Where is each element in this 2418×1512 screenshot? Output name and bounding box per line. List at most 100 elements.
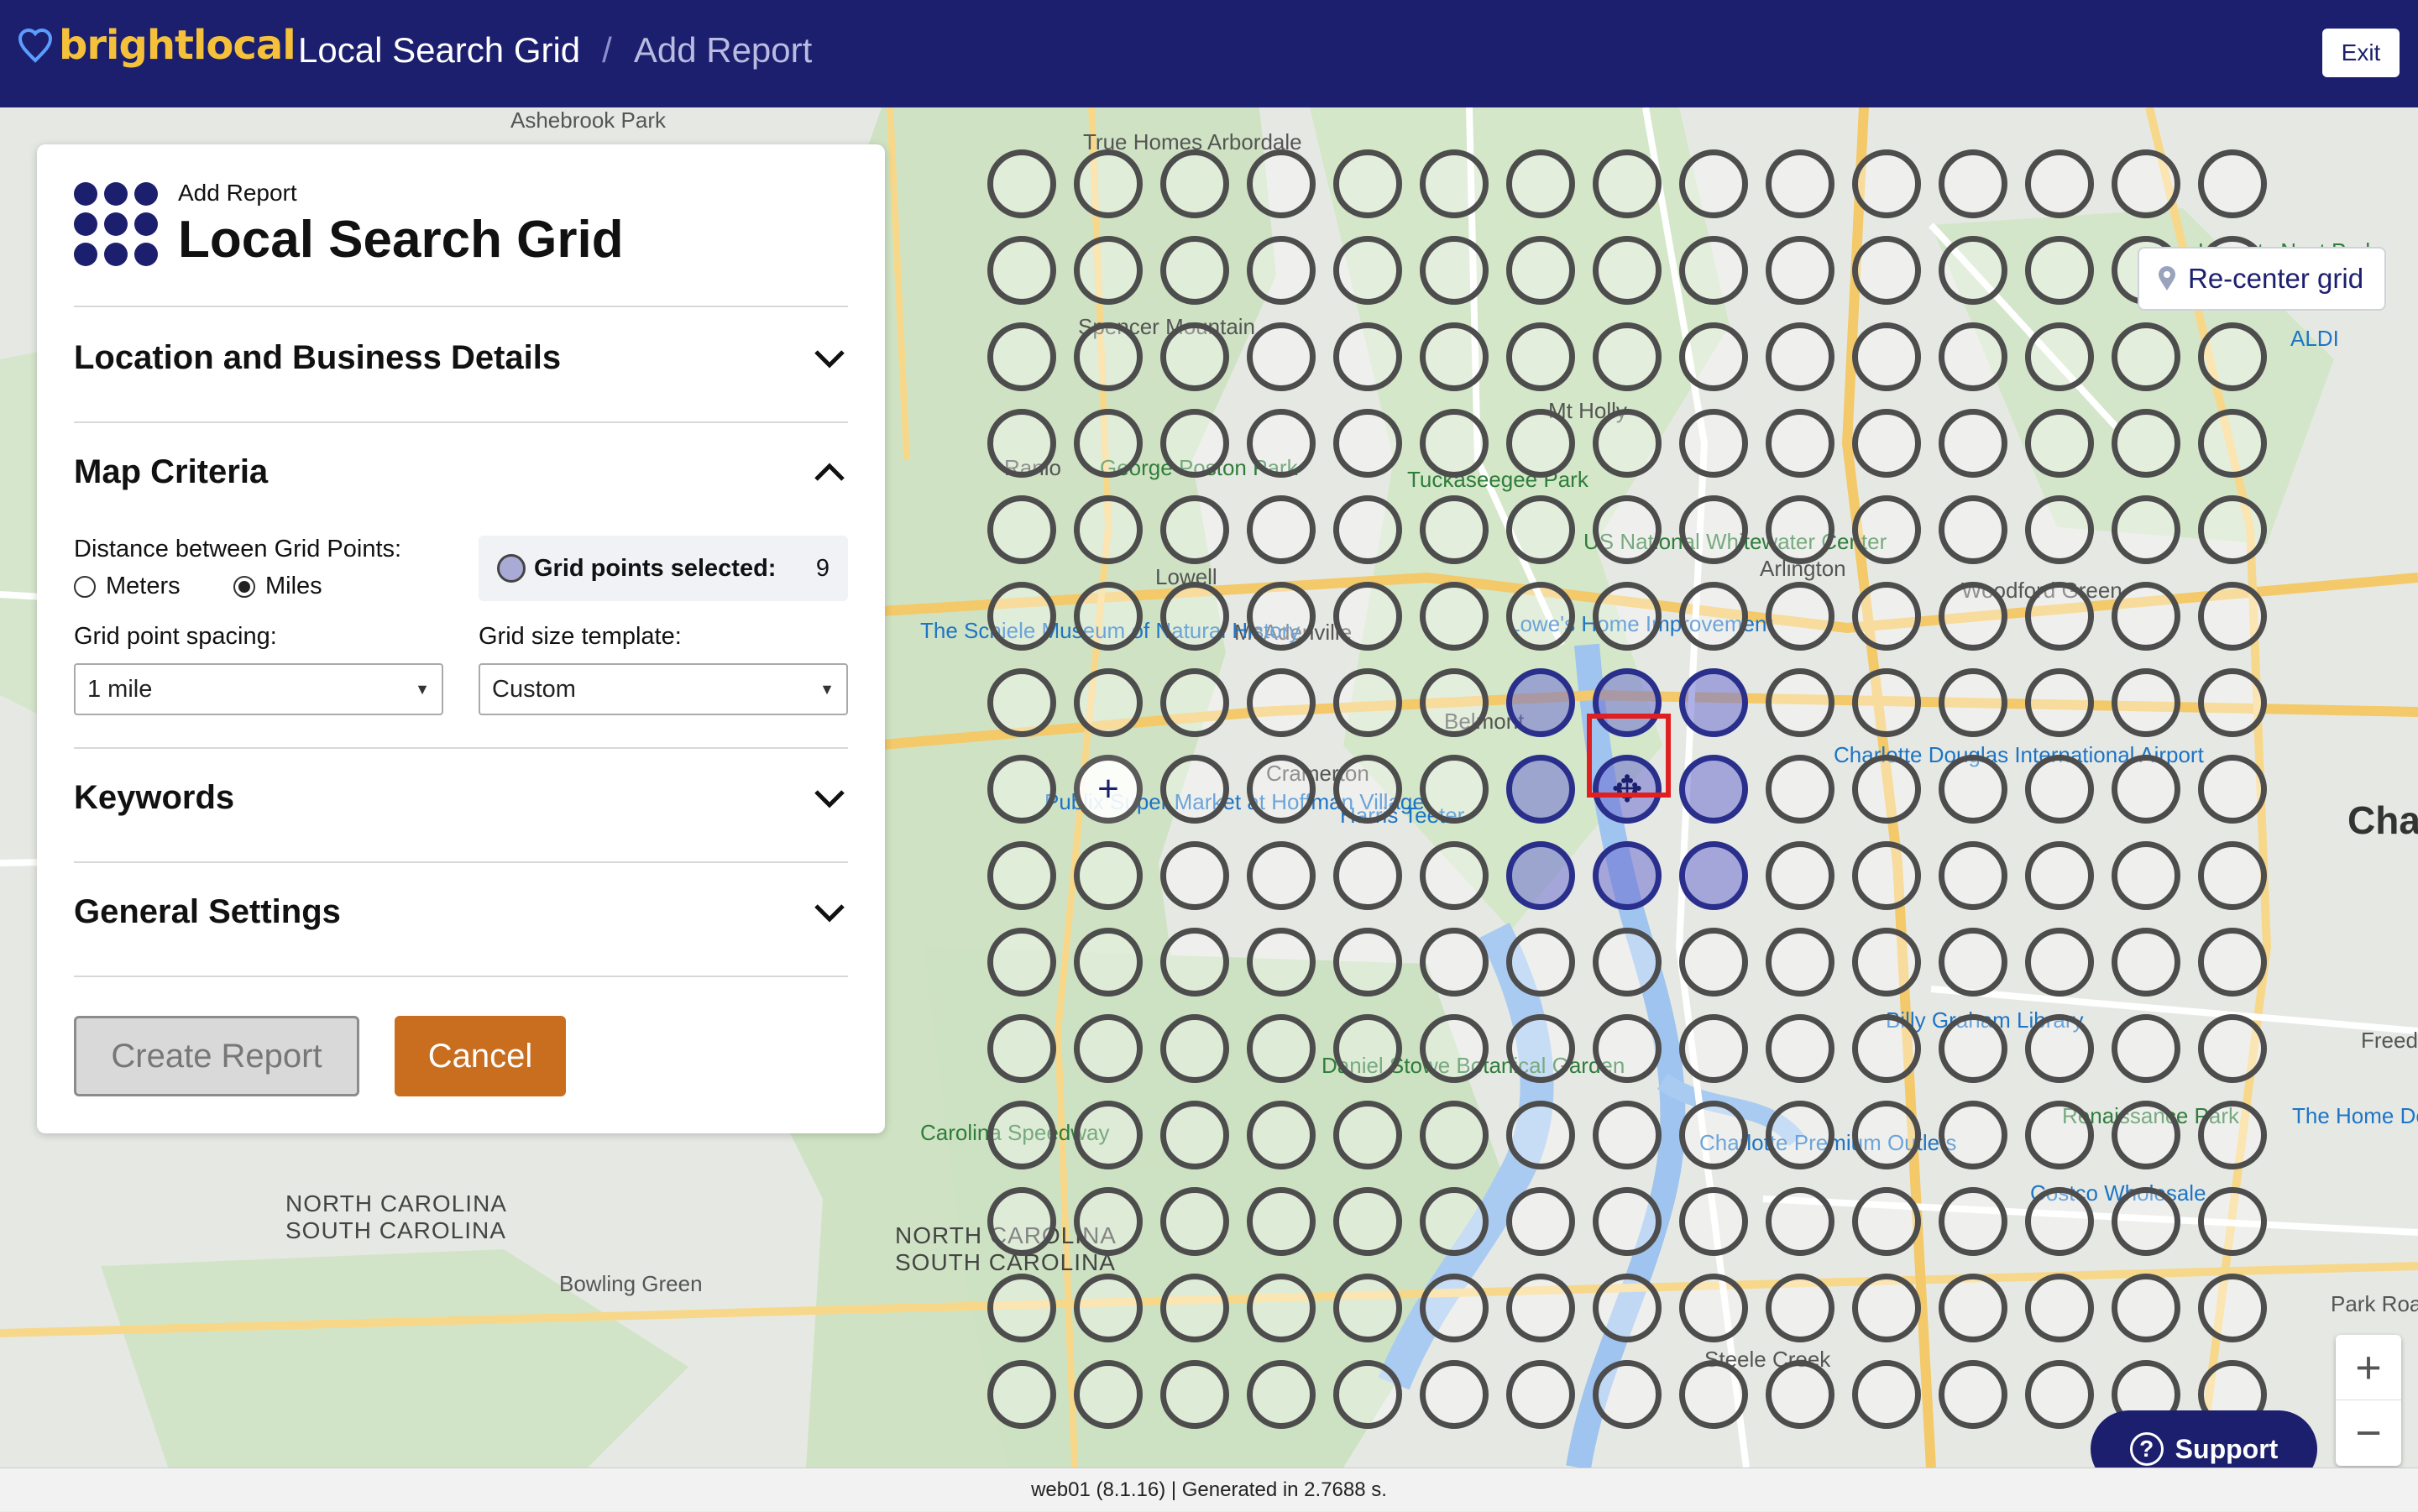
grid-point[interactable] xyxy=(2198,409,2267,478)
grid-point[interactable] xyxy=(2025,409,2094,478)
grid-point[interactable] xyxy=(1333,928,1402,997)
grid-point[interactable] xyxy=(987,1274,1056,1342)
grid-point[interactable] xyxy=(2112,668,2180,737)
grid-point[interactable] xyxy=(2112,149,2180,218)
grid-point[interactable] xyxy=(2198,1187,2267,1256)
grid-point[interactable] xyxy=(1852,1274,1921,1342)
grid-point[interactable] xyxy=(1420,841,1489,910)
grid-point[interactable] xyxy=(1074,1187,1143,1256)
grid-point[interactable] xyxy=(1939,495,2007,564)
grid-point[interactable] xyxy=(2112,755,2180,824)
section-general-settings[interactable]: General Settings xyxy=(74,893,848,931)
grid-point[interactable] xyxy=(1420,495,1489,564)
recenter-grid-button[interactable]: Re-center grid xyxy=(2138,247,2386,311)
grid-point[interactable] xyxy=(1679,1274,1748,1342)
grid-point[interactable] xyxy=(2198,755,2267,824)
grid-point[interactable] xyxy=(1679,928,1748,997)
grid-point[interactable] xyxy=(1506,1014,1575,1083)
grid-point[interactable] xyxy=(1852,236,1921,305)
support-button[interactable]: ? Support xyxy=(2091,1410,2317,1468)
radio-miles[interactable]: Miles xyxy=(233,573,322,600)
grid-point[interactable] xyxy=(1679,582,1748,651)
grid-point[interactable] xyxy=(987,582,1056,651)
grid-point[interactable] xyxy=(1593,149,1662,218)
grid-point[interactable] xyxy=(2198,1014,2267,1083)
grid-point[interactable] xyxy=(1420,409,1489,478)
grid-point[interactable] xyxy=(1247,409,1316,478)
grid-point[interactable] xyxy=(2025,841,2094,910)
grid-point[interactable] xyxy=(1160,495,1229,564)
grid-point[interactable] xyxy=(987,409,1056,478)
grid-point[interactable] xyxy=(2112,928,2180,997)
grid-point[interactable] xyxy=(1506,582,1575,651)
grid-point[interactable] xyxy=(1939,755,2007,824)
grid-point[interactable] xyxy=(987,322,1056,391)
grid-point[interactable] xyxy=(1160,322,1229,391)
grid-point[interactable] xyxy=(1766,1187,1834,1256)
grid-point[interactable] xyxy=(1766,1101,1834,1169)
grid-point[interactable] xyxy=(2198,668,2267,737)
grid-point[interactable] xyxy=(1852,149,1921,218)
grid-point[interactable] xyxy=(1506,236,1575,305)
grid-point[interactable] xyxy=(1420,582,1489,651)
grid-point[interactable] xyxy=(1420,1187,1489,1256)
grid-point[interactable] xyxy=(1247,582,1316,651)
grid-point-selected[interactable] xyxy=(1679,668,1748,737)
grid-point[interactable] xyxy=(1506,1360,1575,1429)
grid-point[interactable] xyxy=(1766,755,1834,824)
grid-point[interactable] xyxy=(1333,236,1402,305)
zoom-out-button[interactable]: − xyxy=(2336,1400,2401,1466)
grid-point[interactable] xyxy=(1593,322,1662,391)
grid-point[interactable] xyxy=(1420,1014,1489,1083)
grid-point[interactable] xyxy=(1160,1187,1229,1256)
grid-point[interactable] xyxy=(1333,1014,1402,1083)
grid-point[interactable] xyxy=(1160,149,1229,218)
grid-point[interactable] xyxy=(2198,841,2267,910)
grid-point[interactable] xyxy=(1160,236,1229,305)
grid-point[interactable] xyxy=(1333,409,1402,478)
grid-point[interactable] xyxy=(1679,1360,1748,1429)
grid-point[interactable] xyxy=(1852,1014,1921,1083)
grid-point[interactable] xyxy=(2112,1101,2180,1169)
grid-point[interactable] xyxy=(1766,928,1834,997)
grid-point[interactable] xyxy=(1506,1187,1575,1256)
grid-point[interactable] xyxy=(1420,755,1489,824)
grid-point[interactable] xyxy=(987,1014,1056,1083)
grid-point[interactable] xyxy=(1766,1274,1834,1342)
grid-point[interactable] xyxy=(1852,495,1921,564)
grid-point[interactable] xyxy=(1074,841,1143,910)
grid-point[interactable] xyxy=(1939,582,2007,651)
grid-point[interactable] xyxy=(2025,495,2094,564)
grid-point[interactable] xyxy=(1766,409,1834,478)
grid-point[interactable] xyxy=(1593,495,1662,564)
grid-point[interactable] xyxy=(1939,1014,2007,1083)
grid-point[interactable] xyxy=(1247,1014,1316,1083)
grid-template-select[interactable]: Custom ▼ xyxy=(479,663,848,715)
grid-point[interactable] xyxy=(1247,1360,1316,1429)
grid-point[interactable] xyxy=(1766,322,1834,391)
grid-point[interactable] xyxy=(1247,1187,1316,1256)
grid-point[interactable] xyxy=(1247,236,1316,305)
grid-point[interactable] xyxy=(1074,149,1143,218)
grid-point-selected[interactable] xyxy=(1506,668,1575,737)
grid-point[interactable] xyxy=(2025,1360,2094,1429)
grid-point[interactable] xyxy=(1939,409,2007,478)
grid-point[interactable] xyxy=(1160,928,1229,997)
grid-point[interactable] xyxy=(2025,668,2094,737)
grid-point[interactable] xyxy=(1766,236,1834,305)
grid-point[interactable] xyxy=(1160,841,1229,910)
section-map-criteria[interactable]: Map Criteria xyxy=(74,453,848,491)
grid-point[interactable] xyxy=(1420,1101,1489,1169)
grid-point[interactable] xyxy=(1333,1187,1402,1256)
grid-point[interactable] xyxy=(1852,668,1921,737)
grid-point[interactable] xyxy=(1593,928,1662,997)
grid-point[interactable] xyxy=(1679,1187,1748,1256)
grid-point[interactable] xyxy=(2198,582,2267,651)
grid-point[interactable] xyxy=(1679,236,1748,305)
grid-point[interactable] xyxy=(1247,928,1316,997)
grid-point[interactable] xyxy=(987,668,1056,737)
grid-point-selected[interactable] xyxy=(1679,841,1748,910)
grid-point-selected[interactable] xyxy=(1593,841,1662,910)
grid-point[interactable] xyxy=(2025,322,2094,391)
grid-point[interactable] xyxy=(1939,928,2007,997)
